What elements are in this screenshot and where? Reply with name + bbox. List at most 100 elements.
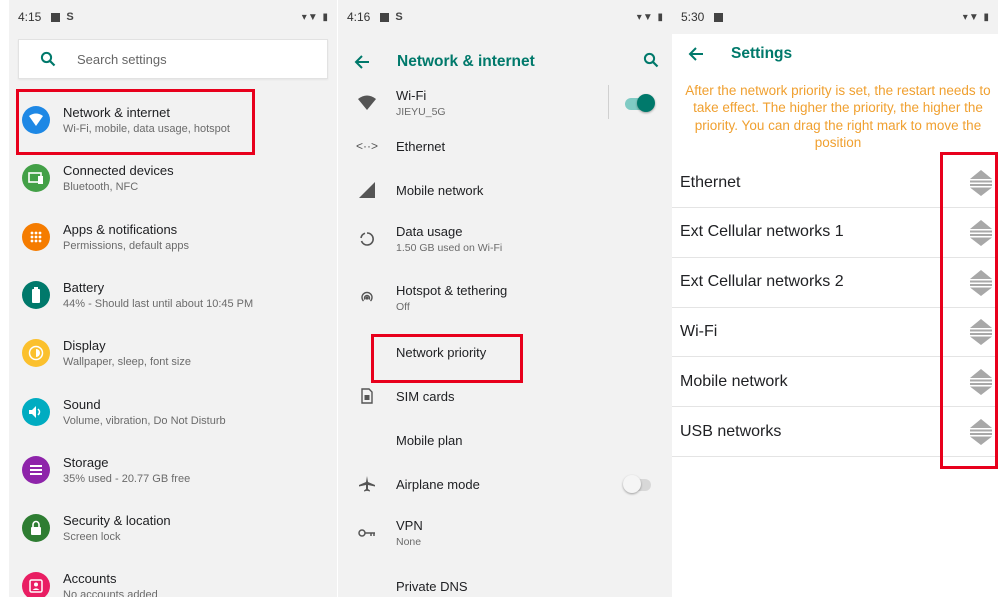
settings-item-subtitle: Screen lock bbox=[63, 531, 121, 544]
settings-item-icon bbox=[9, 514, 63, 543]
drag-handle-icon[interactable] bbox=[968, 219, 994, 247]
settings-item[interactable]: Accounts No accounts added bbox=[9, 557, 337, 597]
toggle-divider bbox=[608, 85, 609, 119]
settings-item-title: Connected devices bbox=[63, 163, 174, 179]
settings-item-text: Sound Volume, vibration, Do Not Disturb bbox=[63, 397, 226, 427]
settings-item-text: Security & location Screen lock bbox=[63, 513, 171, 543]
network-item-subtitle: Off bbox=[396, 301, 410, 313]
network-item-text: SIM cards bbox=[396, 389, 455, 404]
network-item[interactable]: Network priority bbox=[338, 332, 672, 372]
network-item-title: Data usage bbox=[396, 224, 463, 239]
network-item-title: Network priority bbox=[396, 344, 487, 360]
network-item[interactable]: Hotspot & tethering Off bbox=[338, 272, 672, 324]
back-arrow-icon[interactable] bbox=[672, 47, 720, 61]
network-item[interactable]: Airplane mode bbox=[338, 464, 672, 504]
settings-item-subtitle: No accounts added bbox=[63, 589, 158, 597]
battery-icon bbox=[22, 280, 50, 309]
settings-item[interactable]: Security & location Screen lock bbox=[9, 499, 337, 557]
airplane-icon bbox=[338, 475, 396, 493]
ethernet-icon: <··> bbox=[355, 139, 378, 153]
search-icon[interactable] bbox=[643, 52, 659, 73]
priority-item: Wi-Fi bbox=[672, 307, 998, 358]
drag-handle-icon[interactable] bbox=[968, 368, 994, 396]
notification-icon bbox=[380, 12, 390, 22]
wifi-toggle[interactable] bbox=[625, 94, 655, 112]
settings-item-icon bbox=[9, 164, 63, 193]
search-input[interactable]: Search settings bbox=[77, 52, 167, 67]
network-item-subtitle: JIEYU_5G bbox=[396, 106, 446, 118]
settings-item-title: Battery bbox=[63, 279, 105, 295]
settings-item[interactable]: Connected devices Bluetooth, NFC bbox=[9, 149, 337, 207]
network-item-title: Wi-Fi bbox=[396, 88, 427, 103]
vpn-key-icon bbox=[338, 528, 396, 538]
devices-icon bbox=[22, 164, 50, 193]
network-item-text: Wi-Fi JIEYU_5G bbox=[396, 88, 446, 118]
network-item-title: VPN bbox=[396, 518, 423, 533]
signal-battery-icons: ▾▼ ▮ bbox=[962, 11, 990, 23]
priority-item-label: Mobile network bbox=[680, 372, 788, 390]
settings-item[interactable]: Battery 44% - Should last until about 10:… bbox=[9, 266, 337, 324]
lock-icon bbox=[22, 514, 50, 543]
settings-item-title: Accounts bbox=[63, 571, 117, 587]
hotspot-icon bbox=[338, 290, 396, 306]
network-item[interactable]: VPN None bbox=[338, 507, 672, 559]
signal-battery-icons: ▾▼ ▮ bbox=[636, 11, 664, 23]
network-item-title: Mobile plan bbox=[396, 432, 463, 448]
settings-item[interactable]: Storage 35% used - 20.77 GB free bbox=[9, 441, 337, 499]
settings-item[interactable]: Sound Volume, vibration, Do Not Disturb bbox=[9, 383, 337, 441]
settings-item-subtitle: Wi-Fi, mobile, data usage, hotspot bbox=[63, 123, 230, 135]
settings-item[interactable]: Network & internet Wi-Fi, mobile, data us… bbox=[9, 91, 337, 149]
priority-item: Ext Cellular networks 1 bbox=[672, 208, 998, 258]
settings-item-text: Apps & notifications Permissions, default… bbox=[63, 222, 189, 252]
settings-item-icon bbox=[9, 106, 63, 134]
network-internet-panel: 4:16 S ▾▼ ▮ Network & internet Wi-Fi JIEY… bbox=[338, 0, 672, 597]
priority-item: Mobile network bbox=[672, 357, 998, 408]
priority-item-label: Ethernet bbox=[680, 173, 741, 191]
notification-s-icon: S bbox=[66, 11, 74, 23]
priority-item-label: USB networks bbox=[680, 422, 782, 440]
settings-item-icon bbox=[9, 222, 63, 251]
search-icon[interactable] bbox=[19, 51, 77, 67]
wifi-icon bbox=[22, 106, 50, 134]
network-item-text: Hotspot & tethering Off bbox=[396, 283, 507, 313]
status-time: 5:30 bbox=[681, 10, 705, 24]
status-bar: 4:15 S ▾▼ ▮ bbox=[9, 0, 337, 34]
network-item[interactable]: Mobile network bbox=[338, 170, 672, 210]
page-title: Settings bbox=[731, 45, 793, 62]
search-bar[interactable]: Search settings bbox=[18, 39, 328, 79]
page-title: Network & internet bbox=[397, 53, 535, 70]
network-item-title: Hotspot & tethering bbox=[396, 283, 508, 298]
network-item-text: Airplane mode bbox=[396, 477, 480, 492]
settings-item-subtitle: 35% used - 20.77 GB free bbox=[63, 472, 191, 485]
settings-item[interactable]: Display Wallpaper, sleep, font size bbox=[9, 324, 337, 382]
network-item[interactable]: Private DNS bbox=[338, 566, 672, 597]
settings-item-subtitle: Bluetooth, NFC bbox=[63, 181, 139, 194]
settings-item[interactable]: Apps & notifications Permissions, default… bbox=[9, 208, 337, 266]
network-item[interactable]: <··> Ethernet bbox=[338, 126, 672, 166]
network-item-text: Data usage 1.50 GB used on Wi-Fi bbox=[396, 224, 502, 254]
settings-item-icon bbox=[9, 397, 63, 426]
network-item[interactable]: Wi-Fi JIEYU_5G bbox=[338, 77, 672, 129]
airplane-mode-toggle[interactable] bbox=[623, 475, 653, 493]
drag-handle-icon[interactable] bbox=[968, 318, 994, 346]
drag-handle-icon[interactable] bbox=[968, 418, 994, 446]
settings-item-icon bbox=[9, 280, 63, 309]
settings-item-text: Battery 44% - Should last until about 10:… bbox=[63, 280, 253, 310]
priority-item-label: Ext Cellular networks 2 bbox=[680, 273, 844, 291]
notification-icon bbox=[51, 12, 61, 22]
data-usage-icon bbox=[338, 231, 396, 247]
brightness-icon bbox=[22, 339, 50, 368]
network-item[interactable]: Mobile plan bbox=[338, 420, 672, 460]
network-item[interactable]: SIM cards bbox=[338, 376, 672, 416]
network-item-text: Mobile network bbox=[396, 183, 483, 198]
status-bar: 4:16 S ▾▼ ▮ bbox=[338, 0, 672, 34]
toggle-knob bbox=[623, 475, 641, 493]
drag-handle-icon[interactable] bbox=[968, 169, 994, 197]
wifi-icon bbox=[338, 95, 396, 111]
settings-item-subtitle: 44% - Should last until about 10:45 PM bbox=[63, 297, 254, 310]
priority-item: Ext Cellular networks 2 bbox=[672, 258, 998, 308]
settings-item-subtitle: Permissions, default apps bbox=[63, 239, 189, 252]
network-item[interactable]: Data usage 1.50 GB used on Wi-Fi bbox=[338, 213, 672, 265]
back-arrow-icon[interactable] bbox=[338, 55, 386, 69]
drag-handle-icon[interactable] bbox=[968, 269, 994, 297]
